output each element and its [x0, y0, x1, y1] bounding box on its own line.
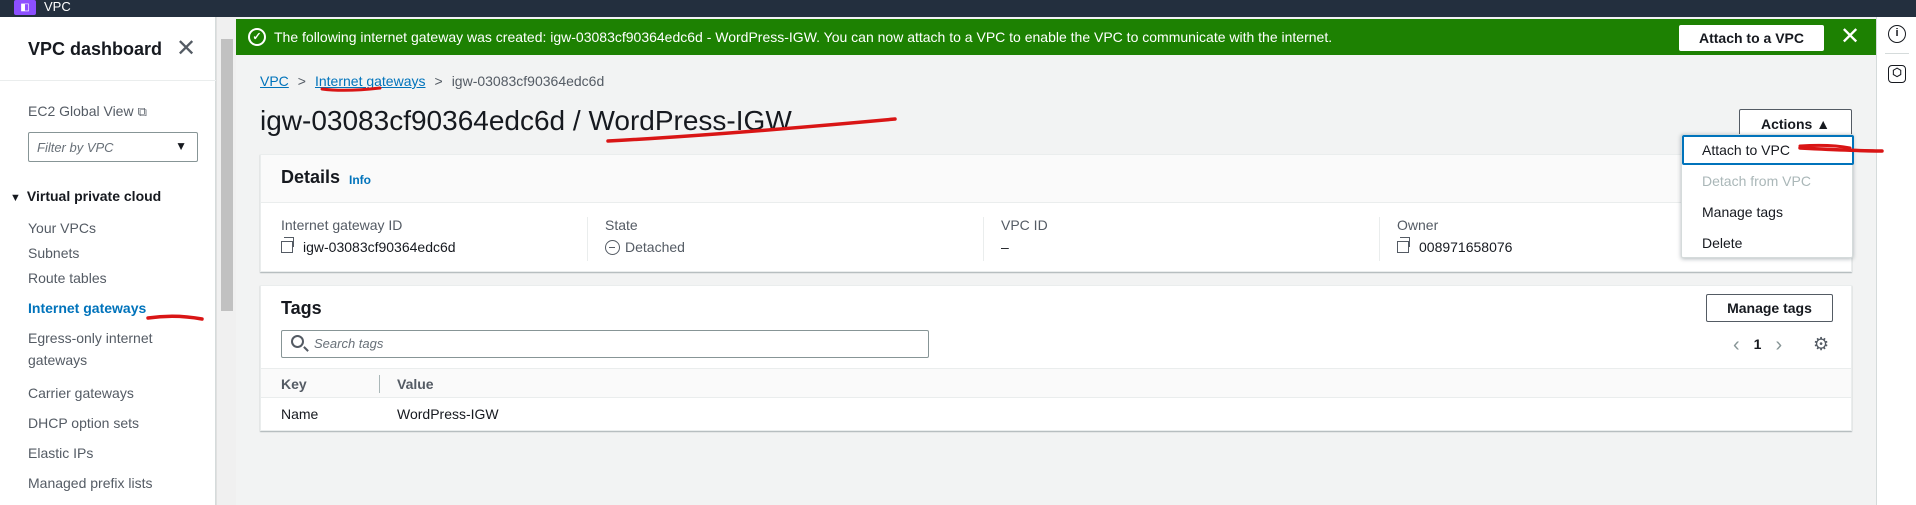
- chevron-left-icon[interactable]: ‹: [1733, 334, 1740, 356]
- gateway-id-field: Internet gateway ID igw-03083cf90364edc6…: [281, 217, 456, 255]
- menu-item-detach-from-vpc: Detach from VPC: [1702, 173, 1811, 189]
- attach-to-a-vpc-button[interactable]: Attach to a VPC: [1679, 25, 1824, 51]
- sidebar-item-your-vpcs[interactable]: Your VPCs: [28, 217, 96, 239]
- page-number[interactable]: 1: [1754, 336, 1762, 352]
- ec2-global-view-link[interactable]: EC2 Global View ⧉: [28, 103, 147, 120]
- filter-placeholder: Filter by VPC: [37, 140, 114, 155]
- details-panel: Details Info Internet gateway ID igw-030…: [260, 154, 1852, 272]
- settings-hex-icon[interactable]: ⬡: [1888, 65, 1906, 83]
- breadcrumb-internet-gateways-link[interactable]: Internet gateways: [315, 73, 426, 89]
- manage-tags-button[interactable]: Manage tags: [1706, 294, 1833, 322]
- table-row: Name WordPress-IGW: [261, 398, 1851, 430]
- sidebar-item-managed-prefix-lists[interactable]: Managed prefix lists: [28, 472, 153, 494]
- sidebar-item-dhcp-option-sets[interactable]: DHCP option sets: [28, 412, 139, 434]
- main-content: ✓ The following internet gateway was cre…: [236, 17, 1876, 505]
- external-link-icon: ⧉: [137, 104, 147, 119]
- filter-by-vpc-select[interactable]: Filter by VPC ▼: [28, 132, 198, 162]
- tags-panel: Tags Manage tags Search tags ‹ 1 › ⚙ Key V…: [260, 285, 1852, 431]
- field-value: Detached: [605, 239, 685, 255]
- breadcrumb-vpc-link[interactable]: VPC: [260, 73, 289, 89]
- sidebar-item-egress-only-internet-gateways[interactable]: Egress-only internet gateways: [28, 327, 153, 371]
- chevron-right-icon[interactable]: ›: [1775, 334, 1782, 356]
- tag-key-cell: Name: [281, 406, 319, 422]
- field-value: 008971658076: [1397, 237, 1513, 255]
- top-nav-bar: ◧ VPC: [0, 0, 1916, 17]
- state-value: Detached: [625, 239, 685, 255]
- column-divider: [1379, 217, 1380, 261]
- tag-value-cell: WordPress-IGW: [397, 406, 499, 422]
- info-icon[interactable]: i: [1888, 25, 1906, 43]
- ec2-global-view-label: EC2 Global View: [28, 103, 134, 119]
- sidebar-title[interactable]: VPC dashboard: [28, 39, 162, 60]
- field-label: State: [605, 217, 638, 233]
- sidebar-item-subnets[interactable]: Subnets: [28, 242, 79, 264]
- details-header: Details Info: [261, 155, 1851, 203]
- chevron-right-icon: >: [434, 73, 443, 89]
- sidebar-scrollbar[interactable]: [216, 17, 236, 505]
- caret-up-icon: ▲: [1816, 116, 1831, 132]
- state-field: State Detached: [605, 217, 685, 255]
- table-header: Key Value: [261, 368, 1851, 398]
- sidebar-item-elastic-ips[interactable]: Elastic IPs: [28, 442, 93, 464]
- vpc-id-field: VPC ID –: [1001, 217, 1048, 255]
- pagination: ‹ 1 ›: [1733, 334, 1782, 357]
- search-placeholder: Search tags: [314, 336, 384, 351]
- page-title: igw-03083cf90364edc6d / WordPress-IGW: [260, 105, 792, 136]
- column-header-key[interactable]: Key: [281, 376, 307, 392]
- column-divider: [587, 217, 588, 261]
- field-label: VPC ID: [1001, 217, 1048, 233]
- menu-item-attach-to-vpc[interactable]: Attach to VPC: [1682, 135, 1854, 165]
- right-utility-rail: i ⬡: [1876, 17, 1916, 505]
- sidebar-item-label: Egress-only internet: [28, 330, 153, 346]
- vpc-service-icon[interactable]: ◧: [14, 0, 36, 15]
- sidebar-section-virtual-private-cloud[interactable]: ▼ Virtual private cloud: [10, 188, 161, 204]
- column-divider: [983, 217, 984, 261]
- chevron-right-icon: >: [297, 73, 306, 89]
- details-title: Details: [281, 167, 341, 187]
- actions-label: Actions: [1760, 116, 1813, 132]
- tags-title: Tags: [281, 298, 322, 318]
- success-flash-banner: ✓ The following internet gateway was cre…: [236, 19, 1876, 55]
- sidebar: VPC dashboard ✕ EC2 Global View ⧉ Filter …: [0, 17, 216, 505]
- search-tags-input[interactable]: Search tags: [281, 330, 929, 358]
- breadcrumb: VPC > Internet gateways > igw-03083cf90364ed…: [260, 73, 604, 89]
- status-stopped-icon: [605, 240, 620, 255]
- search-icon: [291, 335, 304, 348]
- sidebar-item-internet-gateways[interactable]: Internet gateways: [28, 297, 146, 319]
- caret-down-icon: ▼: [175, 139, 187, 153]
- sidebar-item-carrier-gateways[interactable]: Carrier gateways: [28, 382, 134, 404]
- column-resize-handle[interactable]: [379, 375, 380, 393]
- dismiss-flash-icon[interactable]: ✕: [1840, 23, 1860, 51]
- sidebar-item-route-tables[interactable]: Route tables: [28, 267, 107, 289]
- field-label: Owner: [1397, 217, 1439, 233]
- copy-icon[interactable]: [1397, 237, 1410, 253]
- menu-item-delete[interactable]: Delete: [1682, 228, 1854, 258]
- gateway-id-value: igw-03083cf90364edc6d: [303, 239, 456, 255]
- rail-divider: [1885, 53, 1909, 54]
- close-sidebar-icon[interactable]: ✕: [176, 37, 196, 61]
- breadcrumb-current: igw-03083cf90364edc6d: [451, 73, 605, 89]
- field-value: igw-03083cf90364edc6d: [281, 237, 456, 255]
- vpc-id-value: –: [1001, 239, 1009, 255]
- owner-field: Owner 008971658076: [1397, 217, 1512, 255]
- sidebar-item-label: gateways: [28, 352, 88, 368]
- success-check-icon: ✓: [248, 28, 266, 46]
- sidebar-divider: [0, 80, 216, 81]
- info-link[interactable]: Info: [349, 173, 371, 187]
- actions-menu: Attach to VPC Detach from VPC Manage tag…: [1681, 134, 1854, 258]
- gear-icon[interactable]: ⚙: [1813, 334, 1829, 355]
- column-header-value[interactable]: Value: [397, 376, 434, 392]
- sidebar-section-label: Virtual private cloud: [26, 188, 162, 204]
- field-label: Internet gateway ID: [281, 217, 403, 233]
- service-name[interactable]: VPC: [44, 0, 71, 13]
- scrollbar-thumb[interactable]: [221, 39, 233, 311]
- owner-value: 008971658076: [1419, 239, 1513, 255]
- copy-icon[interactable]: [281, 237, 294, 253]
- flash-message: The following internet gateway was creat…: [274, 29, 1333, 45]
- menu-item-manage-tags[interactable]: Manage tags: [1682, 197, 1854, 227]
- caret-down-icon: ▼: [10, 192, 21, 204]
